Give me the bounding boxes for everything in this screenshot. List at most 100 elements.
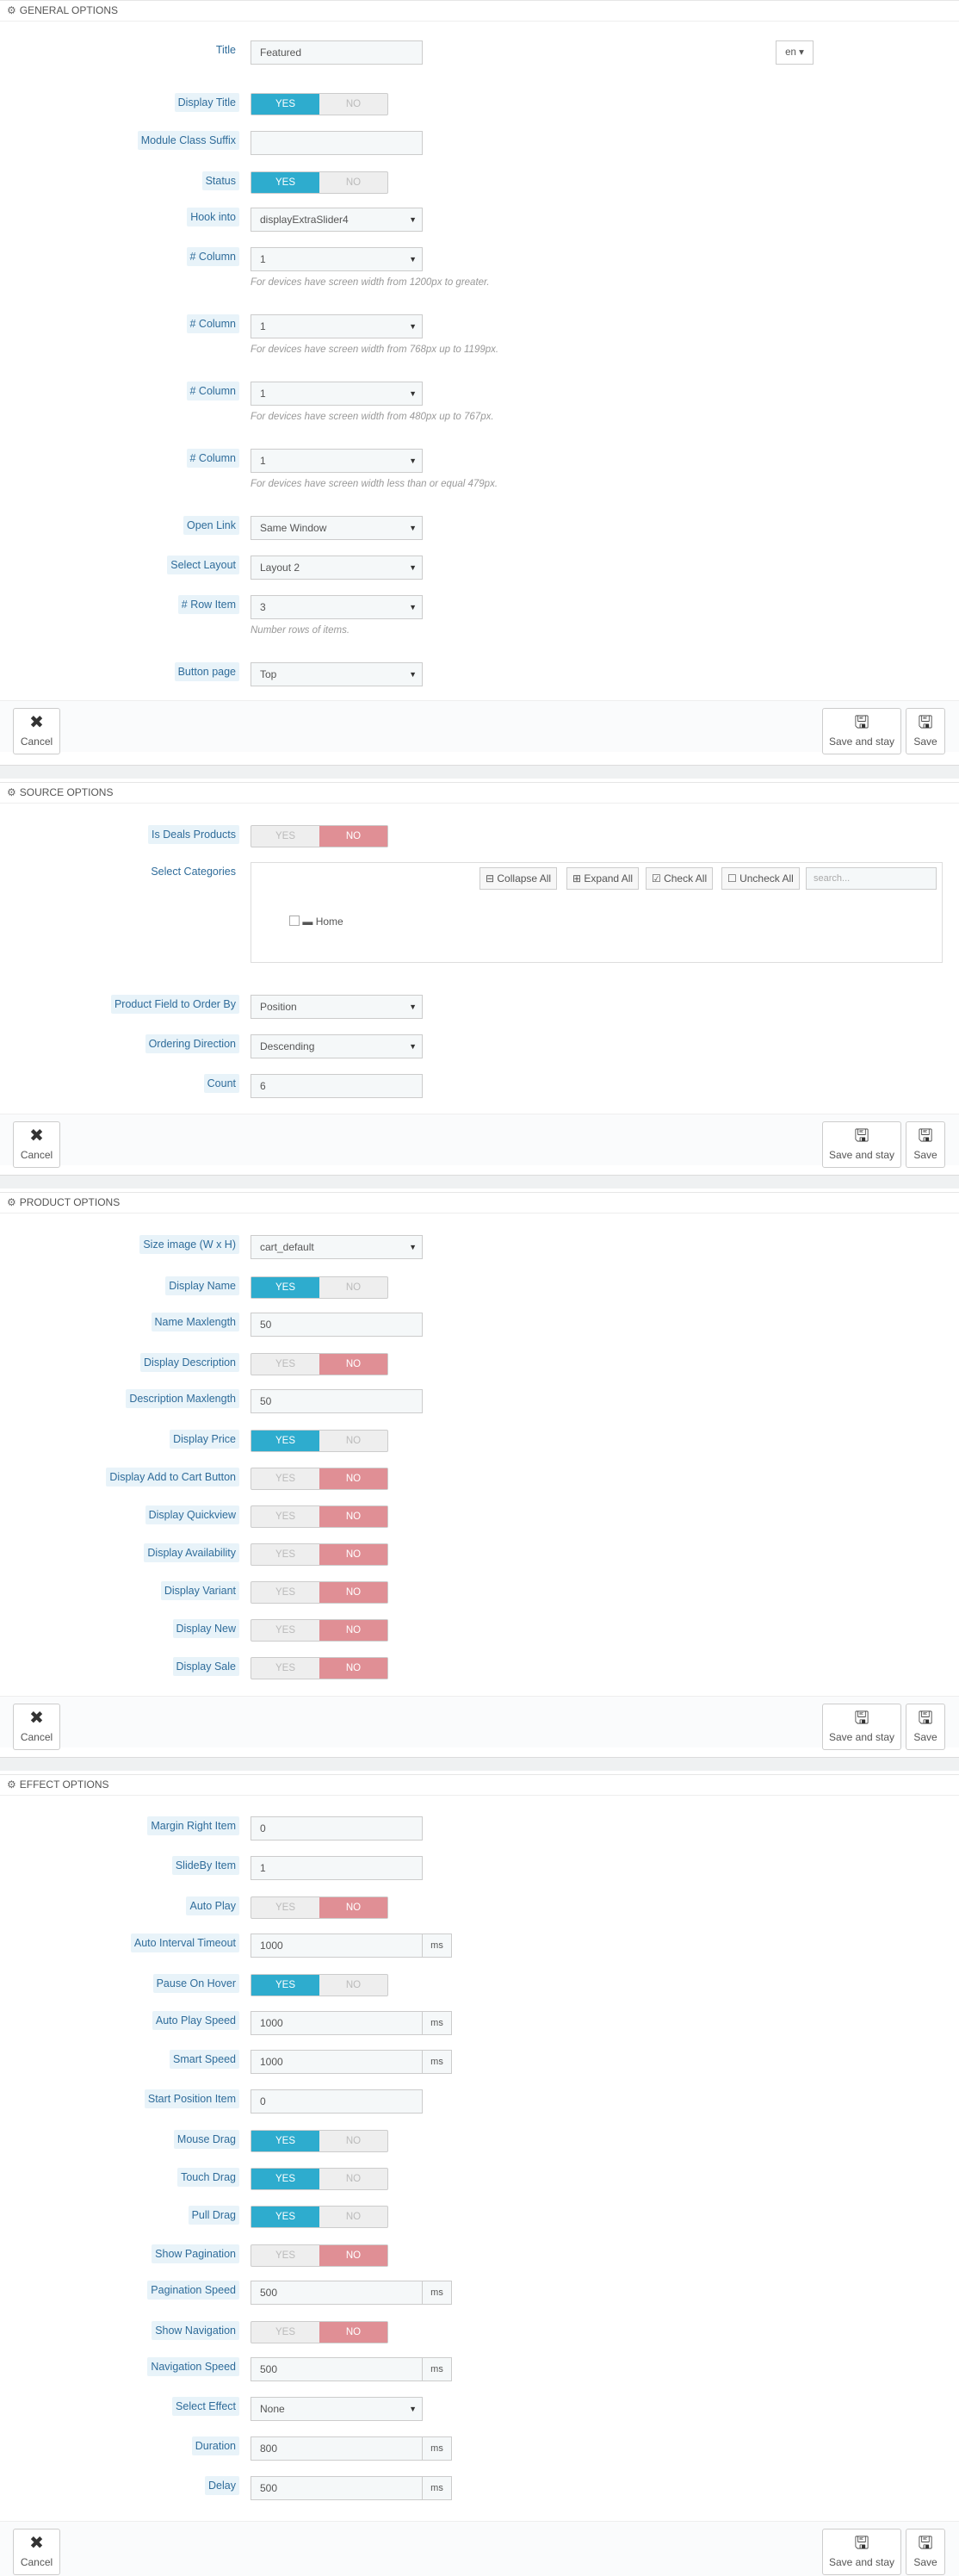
save-and-stay-button[interactable]: 🖫 Save and stay <box>822 1704 901 1750</box>
open-link-select[interactable]: Same Window ▼ <box>251 516 423 540</box>
switch-yes[interactable]: YES <box>251 94 319 115</box>
suffix-input[interactable] <box>251 131 423 155</box>
layout-select[interactable]: Layout 2 ▼ <box>251 556 423 580</box>
autoplay-speed-input[interactable]: 1000 <box>251 2011 423 2035</box>
save-button[interactable]: 🖫 Save <box>906 1121 945 1168</box>
slideby-input[interactable]: 1 <box>251 1856 423 1880</box>
column-select[interactable]: 1 ▼ <box>251 314 423 338</box>
duration-input[interactable]: 800 <box>251 2436 423 2461</box>
switch-no[interactable]: NO <box>319 1975 387 1996</box>
row-item-select[interactable]: 3 ▼ <box>251 595 423 619</box>
switch-yes[interactable]: YES <box>251 1582 319 1603</box>
category-search-input[interactable]: search... <box>806 867 937 890</box>
interval-input[interactable]: 1000 <box>251 1934 423 1958</box>
start-position-input[interactable]: 0 <box>251 2089 423 2114</box>
cancel-button[interactable]: ✖ Cancel <box>13 1121 60 1168</box>
select-effect-select[interactable]: None ▼ <box>251 2397 423 2421</box>
variant-switch[interactable]: YES NO <box>251 1581 388 1604</box>
switch-yes[interactable]: YES <box>251 1620 319 1641</box>
switch-yes[interactable]: YES <box>251 2131 319 2151</box>
switch-yes[interactable]: YES <box>251 1544 319 1565</box>
switch-yes[interactable]: YES <box>251 826 319 847</box>
display-title-switch[interactable]: YES NO <box>251 93 388 115</box>
switch-yes[interactable]: YES <box>251 1277 319 1298</box>
title-input[interactable]: Featured <box>251 40 423 65</box>
uncheck-all-button[interactable]: ☐ Uncheck All <box>721 867 800 890</box>
expand-all-button[interactable]: ⊞ Expand All <box>566 867 640 890</box>
switch-yes[interactable]: YES <box>251 2169 319 2189</box>
display-new-switch[interactable]: YES NO <box>251 1619 388 1642</box>
autoplay-switch[interactable]: YES NO <box>251 1896 388 1919</box>
order-by-select[interactable]: Position ▼ <box>251 995 423 1019</box>
order-direction-select[interactable]: Descending ▼ <box>251 1034 423 1058</box>
display-price-switch[interactable]: YES NO <box>251 1430 388 1452</box>
margin-input[interactable]: 0 <box>251 1816 423 1840</box>
add-to-cart-switch[interactable]: YES NO <box>251 1468 388 1490</box>
display-description-switch[interactable]: YES NO <box>251 1353 388 1375</box>
cancel-button[interactable]: ✖ Cancel <box>13 708 60 754</box>
delay-input[interactable]: 500 <box>251 2476 423 2500</box>
switch-no[interactable]: NO <box>319 2322 387 2343</box>
save-and-stay-button[interactable]: 🖫 Save and stay <box>822 2529 901 2575</box>
save-button[interactable]: 🖫 Save <box>906 2529 945 2575</box>
switch-no[interactable]: NO <box>319 1277 387 1298</box>
cancel-button[interactable]: ✖ Cancel <box>13 1704 60 1750</box>
pause-hover-switch[interactable]: YES NO <box>251 1974 388 1996</box>
show-navigation-switch[interactable]: YES NO <box>251 2321 388 2343</box>
display-name-switch[interactable]: YES NO <box>251 1276 388 1299</box>
switch-no[interactable]: NO <box>319 826 387 847</box>
column-select[interactable]: 1 ▼ <box>251 247 423 271</box>
switch-no[interactable]: NO <box>319 1544 387 1565</box>
switch-no[interactable]: NO <box>319 172 387 193</box>
navigation-speed-input[interactable]: 500 <box>251 2357 423 2381</box>
size-image-select[interactable]: cart_default ▼ <box>251 1235 423 1259</box>
collapse-all-button[interactable]: ⊟ Collapse All <box>480 867 558 890</box>
save-and-stay-button[interactable]: 🖫 Save and stay <box>822 708 901 754</box>
switch-no[interactable]: NO <box>319 1658 387 1679</box>
checkbox[interactable] <box>289 916 300 926</box>
switch-no[interactable]: NO <box>319 2131 387 2151</box>
cancel-button[interactable]: ✖ Cancel <box>13 2529 60 2575</box>
check-all-button[interactable]: ☑ Check All <box>646 867 714 890</box>
switch-yes[interactable]: YES <box>251 2245 319 2266</box>
save-button[interactable]: 🖫 Save <box>906 1704 945 1750</box>
tree-node-home[interactable]: ▬ Home <box>289 916 343 928</box>
count-input[interactable]: 6 <box>251 1074 423 1098</box>
switch-no[interactable]: NO <box>319 1431 387 1451</box>
save-button[interactable]: 🖫 Save <box>906 708 945 754</box>
display-sale-switch[interactable]: YES NO <box>251 1657 388 1679</box>
column-select[interactable]: 1 ▼ <box>251 382 423 406</box>
switch-yes[interactable]: YES <box>251 1468 319 1489</box>
switch-yes[interactable]: YES <box>251 1354 319 1375</box>
name-maxlength-input[interactable]: 50 <box>251 1313 423 1337</box>
switch-no[interactable]: NO <box>319 1897 387 1918</box>
language-select[interactable]: en ▾ <box>776 40 814 65</box>
switch-no[interactable]: NO <box>319 2207 387 2227</box>
column-select[interactable]: 1 ▼ <box>251 449 423 473</box>
switch-no[interactable]: NO <box>319 1468 387 1489</box>
touch-drag-switch[interactable]: YES NO <box>251 2168 388 2190</box>
status-switch[interactable]: YES NO <box>251 171 388 194</box>
save-and-stay-button[interactable]: 🖫 Save and stay <box>822 1121 901 1168</box>
availability-switch[interactable]: YES NO <box>251 1543 388 1566</box>
switch-no[interactable]: NO <box>319 1620 387 1641</box>
switch-no[interactable]: NO <box>319 2169 387 2189</box>
switch-yes[interactable]: YES <box>251 1658 319 1679</box>
switch-no[interactable]: NO <box>319 1506 387 1527</box>
pull-drag-switch[interactable]: YES NO <box>251 2206 388 2228</box>
quickview-switch[interactable]: YES NO <box>251 1505 388 1528</box>
switch-yes[interactable]: YES <box>251 2322 319 2343</box>
button-page-select[interactable]: Top ▼ <box>251 662 423 686</box>
smart-speed-input[interactable]: 1000 <box>251 2050 423 2074</box>
switch-no[interactable]: NO <box>319 94 387 115</box>
switch-no[interactable]: NO <box>319 2245 387 2266</box>
switch-yes[interactable]: YES <box>251 172 319 193</box>
switch-no[interactable]: NO <box>319 1582 387 1603</box>
description-maxlength-input[interactable]: 50 <box>251 1389 423 1413</box>
switch-yes[interactable]: YES <box>251 2207 319 2227</box>
pagination-speed-input[interactable]: 500 <box>251 2281 423 2305</box>
hook-select[interactable]: displayExtraSlider4 ▼ <box>251 208 423 232</box>
switch-yes[interactable]: YES <box>251 1506 319 1527</box>
show-pagination-switch[interactable]: YES NO <box>251 2244 388 2267</box>
mouse-drag-switch[interactable]: YES NO <box>251 2130 388 2152</box>
